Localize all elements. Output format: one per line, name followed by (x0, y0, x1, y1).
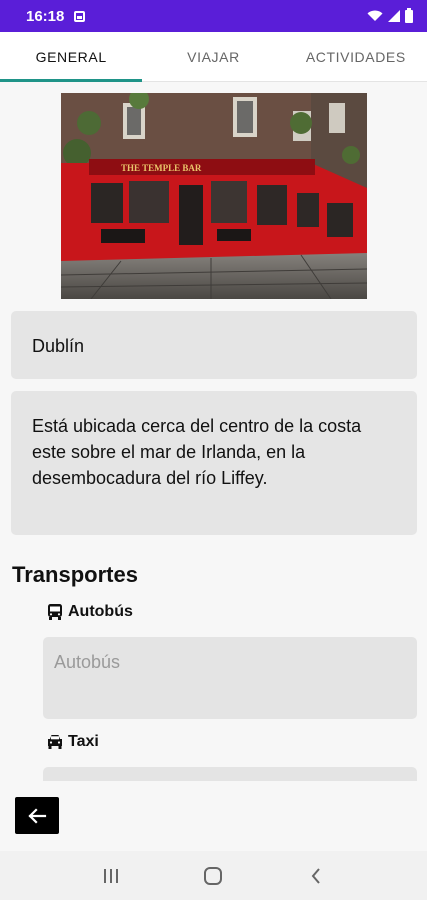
gallery-notification-icon (74, 10, 86, 22)
taxi-label-text: Taxi (68, 733, 99, 750)
nav-back-button[interactable] (296, 856, 336, 896)
wifi-icon (367, 10, 383, 21)
tab-general[interactable]: GENERAL (0, 32, 143, 82)
tab-viajar[interactable]: VIAJAR (142, 32, 284, 81)
city-name: Dublín (32, 336, 85, 356)
back-button[interactable] (15, 797, 59, 834)
bus-label: Autobús (46, 603, 133, 621)
city-description: Está ubicada cerca del centro de la cost… (32, 416, 362, 488)
nav-home-button[interactable] (193, 856, 233, 896)
taxi-label: Taxi (46, 733, 99, 751)
status-icons (367, 7, 413, 23)
back-chevron-icon (311, 867, 320, 884)
bus-label-text: Autobús (68, 603, 133, 620)
tab-actividades[interactable]: ACTIVIDADES (285, 32, 427, 81)
battery-icon (405, 7, 413, 23)
nav-recents-button[interactable] (91, 856, 131, 896)
home-icon (204, 866, 223, 885)
temple-bar-photo: THE TEMPLE BAR (61, 93, 367, 299)
city-name-field[interactable]: Dublín (11, 311, 417, 379)
taxi-input[interactable] (43, 767, 417, 781)
city-image: THE TEMPLE BAR (61, 93, 367, 299)
arrow-left-icon (28, 807, 47, 824)
city-description-field[interactable]: Está ubicada cerca del centro de la cost… (11, 391, 417, 535)
signal-icon (388, 10, 400, 22)
taxi-icon (48, 735, 62, 749)
bus-input[interactable]: Autobús (43, 637, 417, 719)
transport-section-title: Transportes (12, 562, 138, 587)
status-time: 16:18 (26, 7, 65, 25)
recents-icon (104, 868, 119, 883)
system-nav-bar (0, 851, 427, 900)
status-bar: 16:18 (0, 0, 427, 32)
pub-sign-text: THE TEMPLE BAR (121, 163, 202, 173)
tab-bar: GENERAL VIAJAR ACTIVIDADES (0, 32, 427, 82)
bus-placeholder: Autobús (54, 652, 121, 672)
bus-icon (48, 604, 62, 620)
